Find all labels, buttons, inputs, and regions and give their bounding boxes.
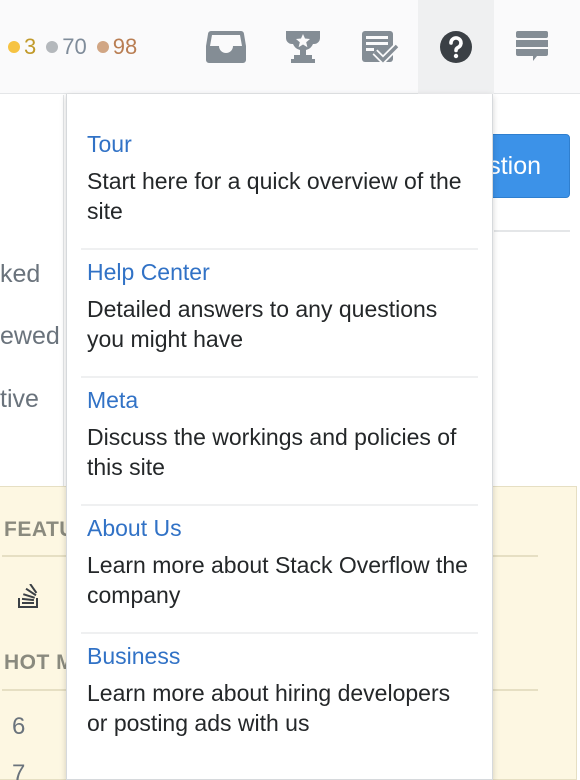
help-menu-item-title[interactable]: Tour: [87, 130, 472, 158]
gold-badge: 3: [8, 34, 36, 60]
help-menu-item-tour[interactable]: Tour Start here for a quick overview of …: [81, 122, 478, 250]
help-menu-item-title[interactable]: Business: [87, 642, 472, 670]
silver-badge-count: 70: [62, 34, 87, 59]
featured-header: FEATU: [4, 518, 75, 541]
gold-badge-dot-icon: [8, 41, 20, 53]
achievements-icon: [286, 31, 320, 63]
silver-badge: 70: [46, 34, 87, 60]
bronze-badge-dot-icon: [96, 41, 109, 53]
help-menu-item-description: Discuss the workings and policies of thi…: [87, 424, 457, 480]
help-menu-item-about-us[interactable]: About Us Learn more about Stack Overflow…: [81, 506, 478, 634]
site-switcher-icon: [516, 31, 548, 61]
filter-tab-asked[interactable]: ked: [0, 260, 40, 289]
help-menu-item-description: Start here for a quick overview of the s…: [87, 168, 462, 224]
inbox-button[interactable]: [188, 0, 264, 94]
help-icon: [440, 31, 472, 63]
help-menu-item-description: Learn more about Stack Overflow the comp…: [87, 552, 468, 608]
help-menu-item-title[interactable]: Help Center: [87, 258, 472, 286]
stack-overflow-logo-icon: [18, 583, 40, 613]
divider: [494, 230, 570, 232]
review-queue-button[interactable]: [342, 0, 418, 94]
gold-badge-count: 3: [24, 34, 37, 59]
help-menu-item-title[interactable]: Meta: [87, 386, 472, 414]
review-queue-icon: [362, 31, 399, 64]
silver-badge-dot-icon: [46, 41, 59, 53]
bronze-badge: 98: [96, 34, 138, 60]
ask-question-label: stion: [488, 151, 541, 180]
help-button[interactable]: [418, 0, 494, 94]
help-dropdown-menu: Tour Start here for a quick overview of …: [66, 94, 493, 780]
top-bar: 3 70 98: [0, 0, 580, 94]
help-menu-item-business[interactable]: Business Learn more about hiring develop…: [81, 634, 478, 762]
help-menu-item-description: Learn more about hiring developers or po…: [87, 680, 451, 736]
hot-meta-header: HOT M: [4, 651, 75, 674]
meta-post-score: 6: [12, 713, 26, 740]
meta-post-score: 7: [12, 760, 26, 780]
filter-tab-active[interactable]: tive: [0, 385, 39, 414]
achievements-button[interactable]: [265, 0, 341, 94]
reputation-badges[interactable]: 3 70 98: [8, 32, 147, 62]
bronze-badge-count: 98: [112, 34, 138, 59]
help-menu-item-title[interactable]: About Us: [87, 514, 472, 542]
help-menu-item-description: Detailed answers to any questions you mi…: [87, 296, 438, 352]
help-menu-item-help-center[interactable]: Help Center Detailed answers to any ques…: [81, 250, 478, 378]
help-menu-item-meta[interactable]: Meta Discuss the workings and policies o…: [81, 378, 478, 506]
filter-tab-viewed[interactable]: ewed: [0, 322, 60, 351]
inbox-icon: [206, 31, 246, 63]
site-switcher-button[interactable]: [494, 0, 570, 94]
